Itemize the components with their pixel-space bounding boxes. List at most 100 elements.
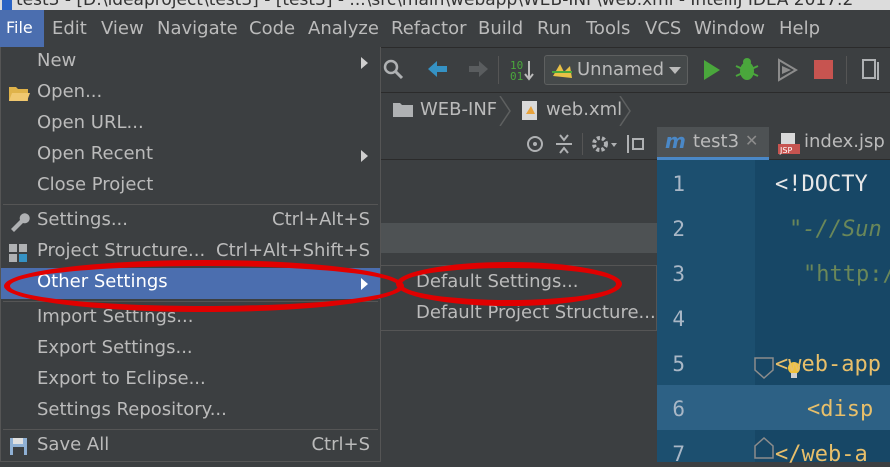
menu-item-project-structure[interactable]: Project Structure... Ctrl+Alt+Shift+S — [1, 237, 380, 268]
menu-item-label: Save All — [37, 434, 110, 455]
code-editor[interactable]: 1 2 3 4 5 6 7 <!DOCTY "-//Sun "http:/ <w… — [657, 160, 890, 467]
stop-icon[interactable] — [814, 60, 833, 79]
menu-file-label: File — [6, 18, 33, 37]
toolbar-separator — [498, 56, 499, 84]
code-line-3: "http:/ — [803, 262, 890, 287]
breadcrumb-separator — [499, 96, 511, 126]
menu-file[interactable]: File — [0, 10, 44, 48]
menu-item-label: Open Recent — [37, 143, 154, 164]
run-with-coverage-icon[interactable] — [776, 58, 798, 82]
tab-index-jsp[interactable]: JSP index.jsp — [773, 127, 890, 160]
window-title-bar: test3 - [D:\ideaproject\test3] - [test3]… — [0, 0, 890, 10]
menu-item-default-settings[interactable]: Default Settings... — [381, 267, 656, 298]
breadcrumb-item-web-inf[interactable]: WEB-INF — [420, 99, 497, 120]
code-line-6: <disp — [807, 397, 874, 422]
run-config-label: Unnamed — [577, 59, 665, 80]
fold-marker-icon[interactable] — [753, 356, 775, 382]
menu-item-label: Open URL... — [37, 112, 144, 133]
menu-code[interactable]: Code — [249, 18, 295, 39]
svg-text:01: 01 — [510, 70, 523, 82]
run-icon[interactable] — [700, 58, 722, 82]
menu-navigate[interactable]: Navigate — [157, 18, 238, 39]
menu-item-settings[interactable]: Settings... Ctrl+Alt+S — [1, 206, 380, 237]
line-number: 3 — [672, 262, 685, 286]
menu-window[interactable]: Window — [694, 18, 765, 39]
fold-marker-icon[interactable] — [753, 436, 775, 462]
menu-item-label: Default Settings... — [416, 271, 579, 292]
menu-analyze[interactable]: Analyze — [308, 18, 379, 39]
back-arrow-icon[interactable] — [426, 59, 450, 79]
code-line-7: </web-a — [775, 442, 868, 467]
menu-item-settings-repository[interactable]: Settings Repository... — [1, 396, 380, 427]
menu-vcs[interactable]: VCS — [645, 18, 681, 39]
menu-item-default-project-structure[interactable]: Default Project Structure... — [381, 298, 656, 329]
menu-separator — [3, 429, 378, 430]
jsp-file-icon: JSP — [778, 133, 800, 155]
menu-tools[interactable]: Tools — [586, 18, 630, 39]
menu-item-open[interactable]: Open... — [1, 78, 380, 109]
menu-item-label: Import Settings... — [37, 306, 194, 327]
menu-separator — [3, 301, 378, 302]
menu-item-import-settings[interactable]: Import Settings... — [1, 303, 380, 334]
project-panel-header — [380, 127, 657, 160]
menu-item-open-url[interactable]: Open URL... — [1, 109, 380, 140]
editor-tab-bar: m test3 ✕ JSP index.jsp — [657, 127, 890, 160]
submenu-arrow-icon — [361, 150, 368, 162]
folder-icon — [393, 103, 413, 117]
menu-build[interactable]: Build — [478, 18, 523, 39]
menu-item-export-to-eclipse[interactable]: Export to Eclipse... — [1, 365, 380, 396]
menu-item-shortcut: Ctrl+Alt+S — [272, 209, 370, 230]
menu-item-close-project[interactable]: Close Project — [1, 171, 380, 202]
chevron-down-icon — [669, 67, 681, 74]
submenu-arrow-icon — [361, 278, 368, 290]
breadcrumb-item-web-xml[interactable]: web.xml — [546, 99, 622, 120]
menu-refactor[interactable]: Refactor — [391, 18, 467, 39]
menu-view[interactable]: View — [101, 18, 144, 39]
menu-item-label: Default Project Structure... — [416, 302, 656, 323]
tab-test3[interactable]: m test3 ✕ — [657, 127, 769, 160]
menu-item-export-settings[interactable]: Export Settings... — [1, 334, 380, 365]
project-tree-selected-row[interactable] — [380, 223, 657, 253]
run-configuration-dropdown[interactable]: Unnamed — [544, 55, 688, 85]
window-title: test3 - [D:\ideaproject\test3] - [test3]… — [16, 0, 854, 10]
menu-item-open-recent[interactable]: Open Recent — [1, 140, 380, 171]
debug-icon[interactable] — [734, 56, 760, 82]
line-number: 5 — [672, 352, 685, 376]
line-number: 7 — [672, 442, 685, 466]
menu-help[interactable]: Help — [779, 18, 820, 39]
hide-panel-icon[interactable] — [624, 133, 646, 155]
find-icon[interactable] — [382, 58, 404, 80]
line-number: 1 — [672, 172, 685, 196]
tab-test3-label: test3 — [693, 131, 740, 152]
line-number: 4 — [672, 307, 685, 331]
menu-item-save-all[interactable]: Save All Ctrl+S — [1, 431, 380, 462]
menu-item-other-settings[interactable]: Other Settings — [1, 268, 380, 299]
menu-separator — [3, 204, 378, 205]
line-number: 6 — [672, 397, 685, 421]
submenu-arrow-icon — [361, 57, 368, 69]
menu-item-label: New — [37, 50, 77, 71]
maven-icon: m — [665, 129, 686, 153]
code-line-2: "-//Sun — [789, 217, 882, 242]
close-icon[interactable]: ✕ — [745, 131, 758, 150]
save-icon — [10, 438, 27, 455]
menu-item-label: Export to Eclipse... — [37, 368, 206, 389]
collapse-all-icon[interactable] — [554, 133, 574, 155]
menu-item-label: Other Settings — [37, 271, 168, 292]
menu-item-shortcut: Ctrl+S — [311, 434, 370, 455]
menu-item-label: Settings... — [37, 209, 128, 230]
menu-item-label: Project Structure... — [37, 240, 206, 261]
vcs-update-icon[interactable] — [860, 58, 882, 82]
menu-item-new[interactable]: New — [1, 47, 380, 78]
menu-edit[interactable]: Edit — [52, 18, 87, 39]
gear-icon[interactable] — [590, 133, 620, 155]
code-line-1: <!DOCTY — [775, 172, 868, 197]
forward-arrow-icon[interactable] — [466, 59, 490, 79]
toolbar-separator — [582, 133, 583, 155]
menu-item-label: Close Project — [37, 174, 154, 195]
menu-run[interactable]: Run — [537, 18, 572, 39]
sort-build-icon[interactable]: 10 01 — [510, 58, 536, 82]
toolbar-separator — [846, 56, 847, 84]
main-toolbar: 10 01 Unnamed — [380, 48, 890, 92]
locate-icon[interactable] — [526, 135, 544, 153]
